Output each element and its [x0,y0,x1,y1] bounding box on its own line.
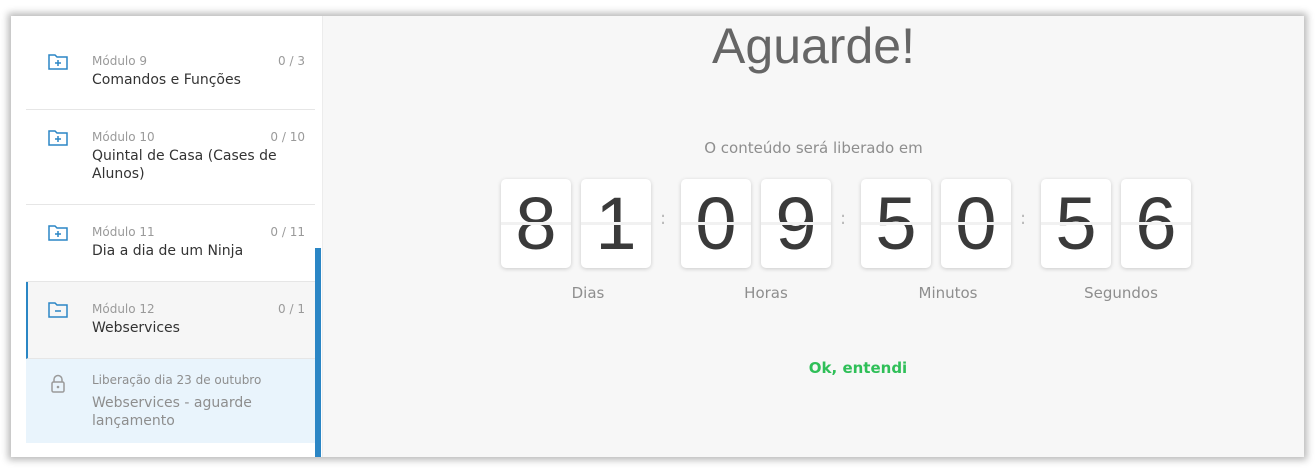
countdown-separator: : [1020,208,1027,229]
countdown-digit-hours-1: 0 [681,179,751,268]
module-item-9[interactable]: Módulo 9 0 / 3 Comandos e Funções [26,16,315,110]
module-item-12[interactable]: Módulo 12 0 / 1 Webservices [26,282,315,359]
countdown-digit-days-2: 1 [581,179,651,268]
module-title: Dia a dia de um Ninja [92,243,244,259]
flip-divider [1041,222,1111,225]
countdown-digit-minutes-2: 0 [941,179,1011,268]
flip-divider [861,222,931,225]
module-title: Comandos e Funções [92,72,241,88]
countdown-label-days: Dias [571,284,605,302]
module-number: Módulo 12 [92,302,155,316]
countdown-separator: : [840,208,847,229]
flip-divider [941,222,1011,225]
module-number: Módulo 11 [92,225,155,239]
lesson-title: Webservices - aguarde lançamento [92,395,252,429]
countdown-separator: : [660,208,667,229]
countdown-digit-seconds-1: 5 [1041,179,1111,268]
countdown-digit-minutes-1: 5 [861,179,931,268]
countdown-subtitle: O conteúdo será liberado em [704,139,923,157]
countdown-label-minutes: Minutos [918,284,978,302]
flip-divider [1121,222,1191,225]
folder-plus-icon [48,225,68,241]
flip-divider [681,222,751,225]
countdown-label-seconds: Segundos [1084,284,1158,302]
lesson-release-date: Liberação dia 23 de outubro [92,373,262,387]
countdown-label-hours: Horas [744,284,788,302]
module-number: Módulo 9 [92,54,148,68]
module-progress: 0 / 1 [278,302,305,316]
page-title: Aguarde! [712,18,915,74]
locked-lesson[interactable]: Liberação dia 23 de outubro Webservices … [26,359,315,443]
flip-divider [581,222,651,225]
folder-plus-icon [48,54,68,70]
sidebar-scrollbar[interactable] [315,248,321,457]
countdown-digit-hours-2: 9 [761,179,831,268]
flip-divider [761,222,831,225]
module-item-10[interactable]: Módulo 10 0 / 10 Quintal de Casa (Cases … [26,110,315,205]
module-sidebar: Módulo 9 0 / 3 Comandos e Funções Módulo… [11,16,323,457]
module-item-11[interactable]: Módulo 11 0 / 11 Dia a dia de um Ninja [26,205,315,282]
lock-icon [51,374,65,393]
countdown-digit-days-1: 8 [501,179,571,268]
countdown-digit-seconds-2: 6 [1121,179,1191,268]
module-title: Quintal de Casa (Cases de Alunos) [92,148,277,182]
module-progress: 0 / 11 [270,225,305,239]
folder-plus-icon [48,130,68,146]
module-title: Webservices [92,320,180,336]
window-frame: Módulo 9 0 / 3 Comandos e Funções Módulo… [11,16,1304,457]
countdown-panel: Aguarde! O conteúdo será liberado em 8 1… [323,16,1304,457]
flip-divider [501,222,571,225]
ok-understood-button[interactable]: Ok, entendi [758,359,958,377]
module-number: Módulo 10 [92,130,155,144]
folder-minus-icon [48,302,68,318]
